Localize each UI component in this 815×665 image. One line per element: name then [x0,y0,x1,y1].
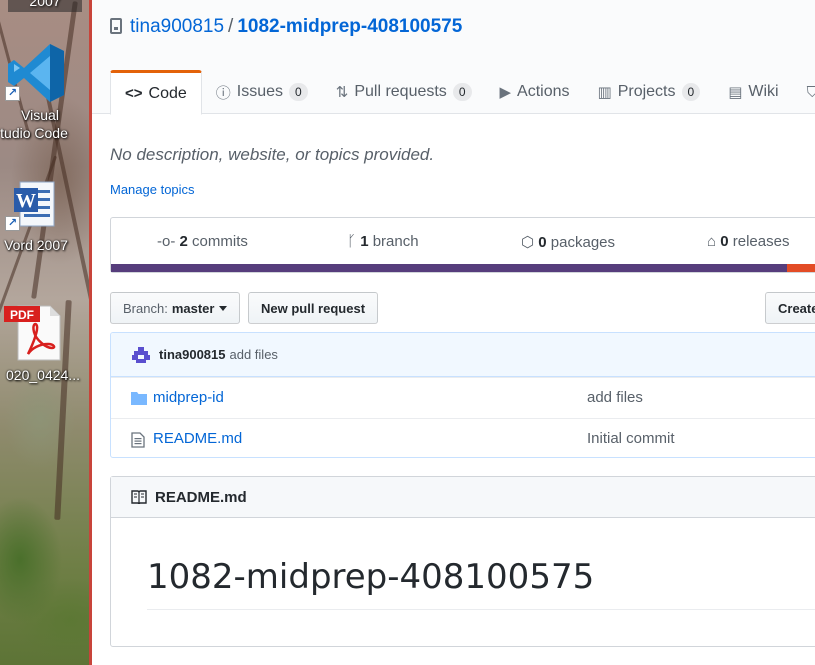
branch-label: branch [372,233,419,250]
releases-label: releases [732,233,790,250]
browser-page: tina900815/1082-midprep-408100575 <> Cod… [92,0,815,665]
packages-label: packages [550,234,616,251]
latest-commit-bar: tina900815 add files [111,333,815,377]
repo-header: tina900815/1082-midprep-408100575 <> Cod… [92,0,815,115]
tab-wiki[interactable]: ▤ Wiki [714,70,792,114]
desktop-icon-pdf[interactable]: PDF 020_0424... [0,304,88,384]
repo-nav-tabs: <> Code ⓘ Issues 0 ⇅ Pull requests 0 ▶ A… [110,70,815,115]
releases-count: 0 [720,233,729,250]
readme-heading: 1082-midprep-408100575 [147,557,595,597]
project-icon: ▥ [597,84,612,101]
package-icon: ⬡ [521,234,535,251]
word-glyph: W [16,190,36,212]
tab-security[interactable]: ⛉ S [793,70,815,114]
file-name-link[interactable]: README.md [153,430,242,447]
file-commit-message[interactable]: Initial commit [587,430,675,447]
tab-counter: 0 [681,83,701,101]
tab-issues[interactable]: ⓘ Issues 0 [202,70,322,114]
desktop-icon-vscode[interactable]: ↗ Visual tudio Code [0,42,88,142]
repo-owner-link[interactable]: tina900815 [130,16,224,37]
file-list: tina900815 add files midprep-id add file… [110,332,815,458]
commits-stat[interactable]: -o- 2 commits [157,233,248,250]
tab-label: Actions [517,83,570,100]
tab-projects[interactable]: ▥ Projects 0 [584,70,715,114]
book-icon: ▤ [728,84,743,101]
file-name-link[interactable]: midprep-id [153,389,224,406]
branch-count: 1 [360,233,369,250]
file-row[interactable]: midprep-id add files [111,377,815,418]
branch-stat[interactable]: ᚴ 1 branch [347,233,419,250]
repo-separator: / [228,16,234,37]
pdf-icon: PDF [4,305,61,361]
new-pr-label: New pull request [261,300,366,316]
file-row[interactable]: README.md Initial commit [111,418,815,457]
pdf-badge: PDF [10,308,34,322]
desktop-icon-label: 2007 [29,0,61,9]
book-icon [131,490,147,504]
tab-label: Wiki [748,83,779,100]
tab-code[interactable]: <> Code [110,70,202,115]
desktop-icon-label: tudio Code [0,125,68,141]
file-commit-message[interactable]: add files [587,389,643,406]
commits-count: 2 [179,233,188,250]
code-icon: <> [125,85,143,102]
packages-stat[interactable]: ⬡ 0 packages [521,233,615,251]
repo-summary-bar: -o- 2 commits ᚴ 1 branch ⬡ 0 packages ⌂ … [110,217,815,273]
caret-down-icon [219,305,228,311]
desktop-icon-word-2007-top[interactable]: 2007 [8,0,82,12]
repo-icon [110,18,122,34]
shortcut-arrow-icon: ↗ [5,86,20,101]
desktop-icon-label: 020_0424... [6,367,80,383]
create-new-file-button[interactable]: Create [765,292,815,324]
repo-description: No description, website, or topics provi… [110,145,435,164]
language-bar-segment [111,264,787,272]
shortcut-arrow-icon: ↗ [5,216,20,231]
shield-icon: ⛉ [806,83,815,101]
manage-topics-link[interactable]: Manage topics [110,182,195,197]
readme-title: README.md [155,488,247,506]
create-label: Create [778,300,815,316]
tab-label: Projects [617,83,676,100]
tag-icon: ⌂ [707,233,717,250]
tab-counter: 0 [289,83,308,101]
commit-author-link[interactable]: tina900815 [159,347,226,362]
readme-header: README.md [111,477,815,518]
tab-label: Pull requests [354,83,447,100]
commits-label: commits [192,233,248,250]
desktop-icon-label: Vord 2007 [4,237,68,253]
desktop-icon-label: Visual [21,107,59,123]
tab-pull-requests[interactable]: ⇅ Pull requests 0 [322,70,486,114]
new-pull-request-button[interactable]: New pull request [248,292,379,324]
desktop-icon-word-2007[interactable]: W ↗ Vord 2007 [0,180,88,256]
tab-actions[interactable]: ▶ Actions [486,70,584,114]
avatar[interactable] [131,344,151,365]
heading-divider [147,609,815,610]
file-icon [131,432,145,448]
branch-select-button[interactable]: Branch: master [110,292,241,324]
language-bar-segment [787,264,815,272]
desktop-background: 2007 ↗ Visual tudio Code W ↗ Vord 2007 P… [0,0,91,665]
repo-name-link[interactable]: 1082-midprep-408100575 [237,16,462,37]
issue-icon: ⓘ [215,84,231,102]
commit-icon: -o- [157,233,176,250]
commit-message-link[interactable]: add files [230,347,278,362]
tab-label: Code [148,84,187,102]
language-bar[interactable] [111,264,815,272]
tab-label: Issues [236,83,284,100]
releases-stat[interactable]: ⌂ 0 releases [707,233,789,250]
tab-counter: 0 [452,83,472,101]
branch-prefix: Branch: [123,300,168,316]
folder-icon [131,392,147,405]
pull-request-icon: ⇅ [335,84,349,101]
readme-box: README.md 1082-midprep-408100575 [110,476,815,647]
branch-icon: ᚴ [347,233,357,250]
repo-title: tina900815/1082-midprep-408100575 [110,16,462,38]
branch-name: master [171,300,215,316]
packages-count: 0 [538,234,547,251]
play-icon: ▶ [499,84,512,101]
